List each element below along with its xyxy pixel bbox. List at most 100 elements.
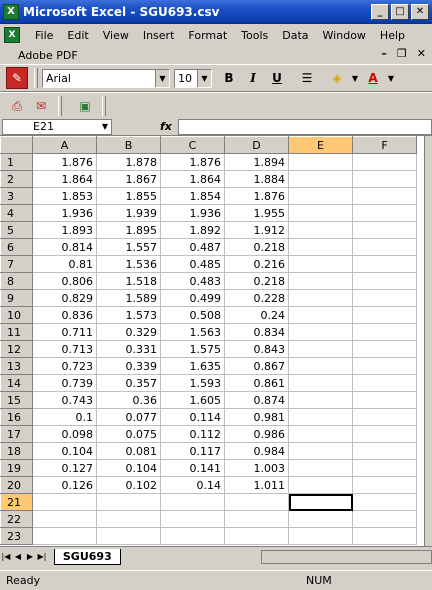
row-header[interactable]: 3 — [0, 187, 33, 205]
cell[interactable]: 0.228 — [224, 289, 289, 307]
row-header[interactable]: 21 — [0, 493, 33, 511]
cell[interactable]: 0.867 — [224, 357, 289, 375]
column-header-f[interactable]: F — [352, 136, 417, 154]
cell[interactable]: 0.806 — [32, 272, 97, 290]
cell[interactable]: 1.864 — [160, 170, 225, 188]
cell[interactable]: 0.218 — [224, 238, 289, 256]
cell[interactable]: 0.723 — [32, 357, 97, 375]
chevron-down-icon[interactable]: ▼ — [350, 67, 360, 89]
menu-window[interactable]: Window — [316, 29, 373, 42]
cell[interactable]: 1.955 — [224, 204, 289, 222]
cell[interactable]: 0.098 — [32, 425, 97, 443]
row-header[interactable]: 9 — [0, 289, 33, 307]
cell[interactable]: 1.853 — [32, 187, 97, 205]
cell[interactable] — [352, 238, 417, 256]
row-header[interactable]: 17 — [0, 425, 33, 443]
row-header[interactable]: 16 — [0, 408, 33, 426]
row-header[interactable]: 22 — [0, 510, 33, 528]
row-header[interactable]: 2 — [0, 170, 33, 188]
cell[interactable] — [352, 306, 417, 324]
cell[interactable] — [352, 425, 417, 443]
cell[interactable] — [288, 272, 353, 290]
cell[interactable] — [288, 204, 353, 222]
doc-close-icon[interactable]: ✕ — [417, 47, 426, 60]
chevron-down-icon[interactable]: ▼ — [99, 120, 111, 134]
fill-color-icon[interactable]: ◈ — [326, 67, 348, 89]
cell[interactable] — [288, 527, 353, 545]
menu-view[interactable]: View — [96, 29, 136, 42]
cell[interactable] — [288, 493, 353, 511]
sheet-tab[interactable]: SGU693 — [53, 548, 121, 565]
cell[interactable]: 0.112 — [160, 425, 225, 443]
row-header[interactable]: 6 — [0, 238, 33, 256]
row-header[interactable]: 18 — [0, 442, 33, 460]
cell[interactable]: 0.986 — [224, 425, 289, 443]
menu-adobe-pdf[interactable]: Adobe PDF — [18, 49, 78, 62]
first-sheet-icon[interactable]: |◀ — [0, 550, 12, 564]
cell[interactable] — [288, 187, 353, 205]
cell[interactable]: 1.876 — [224, 187, 289, 205]
cell[interactable]: 0.102 — [96, 476, 161, 494]
cell[interactable]: 0.114 — [160, 408, 225, 426]
cell[interactable] — [288, 408, 353, 426]
cell[interactable]: 0.24 — [224, 306, 289, 324]
cell[interactable]: 1.876 — [160, 153, 225, 171]
row-header[interactable]: 14 — [0, 374, 33, 392]
font-color-button[interactable]: A — [362, 67, 384, 89]
cell[interactable]: 0.329 — [96, 323, 161, 341]
cell[interactable] — [224, 527, 289, 545]
cell[interactable]: 1.854 — [160, 187, 225, 205]
cell[interactable]: 0.739 — [32, 374, 97, 392]
cell[interactable] — [352, 272, 417, 290]
cell[interactable]: 0.339 — [96, 357, 161, 375]
doc-restore-icon[interactable]: ❐ — [397, 47, 407, 60]
doc-minimize-icon[interactable]: – — [381, 47, 387, 60]
cell[interactable] — [352, 527, 417, 545]
cell[interactable]: 1.557 — [96, 238, 161, 256]
cell[interactable]: 1.864 — [32, 170, 97, 188]
cell[interactable]: 0.711 — [32, 323, 97, 341]
cell[interactable] — [288, 425, 353, 443]
cell[interactable]: 0.081 — [96, 442, 161, 460]
cell[interactable]: 0.104 — [96, 459, 161, 477]
row-header[interactable]: 5 — [0, 221, 33, 239]
cell[interactable]: 0.117 — [160, 442, 225, 460]
workbook-icon[interactable]: X — [4, 27, 20, 43]
cell[interactable]: 1.011 — [224, 476, 289, 494]
formula-input[interactable] — [177, 118, 432, 135]
bold-button[interactable]: B — [218, 67, 240, 89]
prev-sheet-icon[interactable]: ◀ — [12, 550, 24, 564]
cell[interactable] — [288, 459, 353, 477]
cell[interactable]: 0.485 — [160, 255, 225, 273]
column-header-d[interactable]: D — [224, 136, 289, 154]
column-header-e[interactable]: E — [288, 136, 353, 154]
cell[interactable] — [352, 408, 417, 426]
row-header[interactable]: 13 — [0, 357, 33, 375]
cell[interactable]: 1.876 — [32, 153, 97, 171]
cell[interactable] — [288, 238, 353, 256]
cell[interactable]: 0.141 — [160, 459, 225, 477]
horizontal-scrollbar[interactable] — [260, 549, 432, 564]
cell[interactable] — [288, 323, 353, 341]
cell[interactable] — [224, 510, 289, 528]
cell[interactable]: 0.357 — [96, 374, 161, 392]
cell[interactable]: 0.126 — [32, 476, 97, 494]
cell[interactable]: 0.127 — [32, 459, 97, 477]
toolbar-grip[interactable] — [102, 96, 106, 116]
cell[interactable]: 1.867 — [96, 170, 161, 188]
row-header[interactable]: 12 — [0, 340, 33, 358]
cell[interactable]: 0.104 — [32, 442, 97, 460]
cell[interactable] — [352, 340, 417, 358]
cell[interactable]: 1.878 — [96, 153, 161, 171]
vertical-scrollbar[interactable] — [424, 136, 432, 546]
chevron-down-icon[interactable]: ▼ — [197, 69, 211, 87]
cell[interactable]: 0.861 — [224, 374, 289, 392]
fx-icon[interactable]: fx — [160, 120, 172, 133]
cell[interactable] — [288, 255, 353, 273]
cell[interactable] — [288, 170, 353, 188]
cell[interactable]: 0.814 — [32, 238, 97, 256]
cell[interactable]: 1.895 — [96, 221, 161, 239]
row-header[interactable]: 23 — [0, 527, 33, 545]
cell[interactable]: 1.605 — [160, 391, 225, 409]
cell[interactable]: 1.936 — [32, 204, 97, 222]
